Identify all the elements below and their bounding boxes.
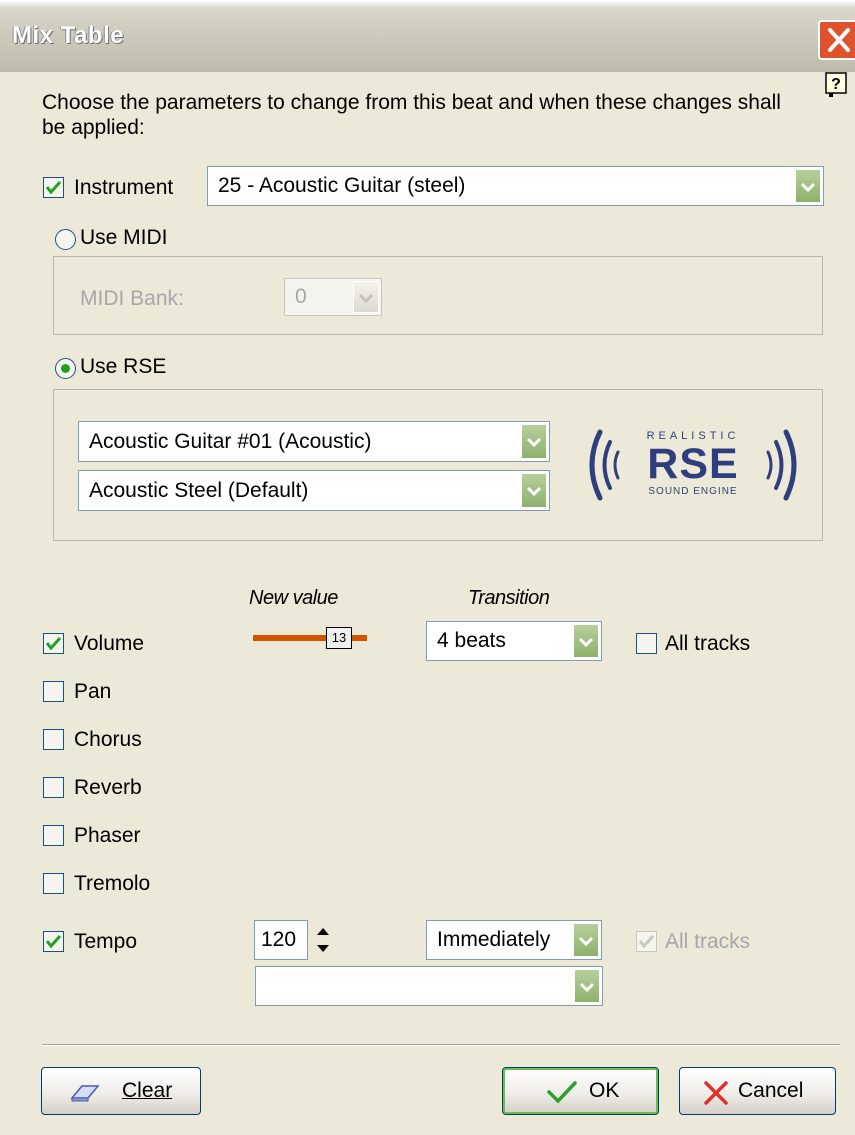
rse-instrument-value: Acoustic Guitar #01 (Acoustic) [89,429,372,453]
phaser-label: Phaser [74,824,141,847]
phaser-checkbox[interactable] [43,825,64,846]
ok-button[interactable]: OK [502,1067,659,1115]
volume-transition-value: 4 beats [437,629,506,652]
clear-button-label: Clear [122,1079,173,1102]
dropdown-arrow-icon [521,424,547,459]
intro-text-line-1: Choose the parameters to change from thi… [42,91,781,114]
use-rse-label: Use RSE [80,355,167,378]
help-button[interactable]: ? [825,72,849,98]
rse-logo-bottom-text: SOUND ENGINE [648,486,738,497]
tremolo-label: Tremolo [74,872,151,895]
use-midi-label: Use MIDI [80,226,168,249]
volume-checkbox[interactable] [43,633,64,654]
spinner-arrows-icon [317,928,329,952]
reverb-label: Reverb [74,776,142,799]
cancel-button-label: Cancel [738,1079,804,1102]
midi-bank-label: MIDI Bank: [80,287,184,310]
checkmark-icon [45,180,62,195]
tempo-all-tracks-checkbox[interactable] [636,931,657,952]
clear-button[interactable]: Clear [41,1067,201,1115]
pan-label: Pan [74,680,112,703]
title-bar: Mix Table [0,0,855,72]
mix-table-dialog: Mix Table ? Choose the parameters to cha… [0,0,855,1135]
volume-all-tracks-checkbox[interactable] [636,633,657,654]
rse-logo: REALISTIC RSE SOUND ENGINE [582,426,804,504]
close-button[interactable] [818,20,855,60]
radio-dot [61,364,70,373]
volume-all-tracks-label: All tracks [665,632,751,655]
checkmark-icon [45,636,62,651]
cancel-button[interactable]: Cancel [679,1067,836,1115]
dropdown-arrow-icon [795,169,821,203]
dropdown-arrow-icon [353,281,379,313]
volume-slider-thumb[interactable]: 13 [326,627,352,649]
use-rse-radio[interactable] [55,358,76,379]
rse-soundbank-select[interactable]: Acoustic Steel (Default) [78,470,550,511]
svg-text:?: ? [831,76,841,93]
midi-bank-value: 0 [295,285,307,308]
close-icon [828,28,850,52]
dropdown-arrow-icon [521,473,547,508]
instrument-label: Instrument [74,176,174,199]
volume-transition-select[interactable]: 4 beats [426,621,602,661]
help-icon: ? [825,72,847,97]
intro-text-line-2: be applied: [42,116,145,139]
chorus-label: Chorus [74,728,142,751]
tempo-extra-select[interactable] [255,966,603,1006]
footer-divider [42,1044,840,1046]
tempo-checkbox[interactable] [43,931,64,952]
new-value-header: New value [249,587,338,609]
rse-logo-main-text: RSE [647,440,739,488]
pan-checkbox[interactable] [43,681,64,702]
rse-soundbank-value: Acoustic Steel (Default) [89,478,309,502]
checkmark-icon [547,1081,577,1104]
dropdown-arrow-icon [573,923,599,957]
rse-instrument-select[interactable]: Acoustic Guitar #01 (Acoustic) [78,421,550,462]
tempo-input[interactable]: 120 [254,920,308,960]
instrument-checkbox[interactable] [43,177,64,198]
chorus-checkbox[interactable] [43,729,64,750]
ok-button-label: OK [589,1079,620,1102]
checkmark-icon [638,934,655,949]
tempo-label: Tempo [74,930,138,953]
checkmark-icon [45,934,62,949]
eraser-icon [70,1085,100,1102]
instrument-select[interactable]: 25 - Acoustic Guitar (steel) [207,166,824,206]
volume-slider[interactable]: 13 [253,627,369,651]
instrument-select-value: 25 - Acoustic Guitar (steel) [218,174,466,197]
tempo-transition-select[interactable]: Immediately [426,920,602,960]
tempo-value: 120 [261,928,297,951]
volume-label: Volume [74,632,145,655]
tremolo-checkbox[interactable] [43,873,64,894]
use-midi-radio[interactable] [55,229,76,250]
cancel-x-icon [704,1081,728,1105]
dropdown-arrow-icon [573,624,599,658]
dropdown-arrow-icon [574,969,600,1003]
tempo-all-tracks-label: All tracks [665,930,751,953]
midi-bank-select[interactable]: 0 [284,278,382,316]
tempo-transition-value: Immediately [437,928,551,951]
tempo-spinner[interactable] [312,922,334,958]
transition-header: Transition [468,587,550,609]
window-title: Mix Table [12,22,125,49]
reverb-checkbox[interactable] [43,777,64,798]
